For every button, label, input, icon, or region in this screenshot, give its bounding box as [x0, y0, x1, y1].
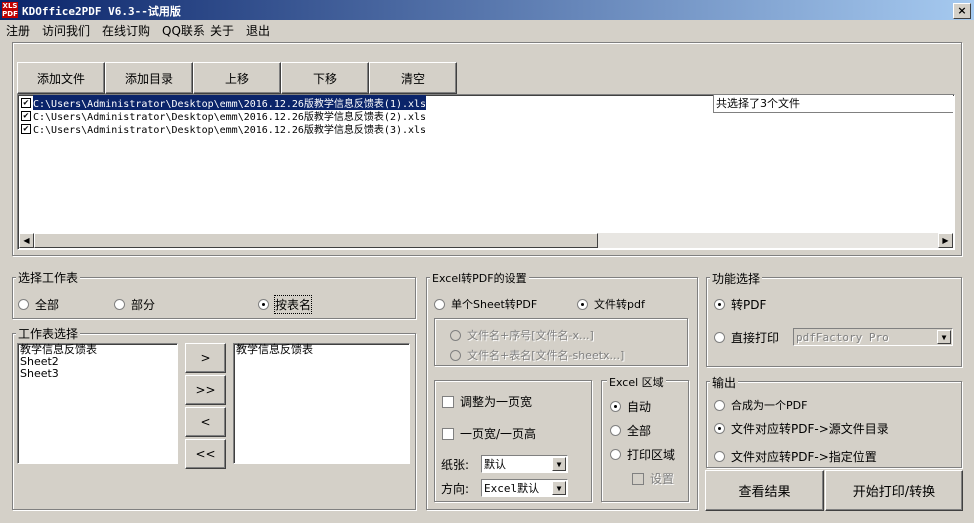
menu-qq[interactable]: QQ联系: [162, 22, 205, 39]
radio-selected-icon[interactable]: [714, 299, 725, 310]
close-button[interactable]: ×: [953, 3, 971, 19]
add-file-button[interactable]: 添加文件: [17, 62, 105, 94]
sheet-option-by-name[interactable]: 按表名: [258, 295, 313, 314]
output-merge[interactable]: 合成为一个PDF: [714, 397, 807, 413]
area-all[interactable]: 全部: [610, 422, 651, 439]
xls-pdf-icon: XLS PDF: [2, 2, 18, 18]
chevron-down-icon[interactable]: ▼: [937, 330, 951, 344]
scroll-thumb[interactable]: [34, 233, 598, 248]
start-convert-button[interactable]: 开始打印/转换: [825, 470, 963, 511]
sheet-picker-label: 工作表选择: [16, 325, 81, 342]
radio-selected-icon[interactable]: [577, 298, 588, 310]
radio-icon[interactable]: [714, 332, 725, 343]
list-item[interactable]: Sheet3: [18, 368, 177, 380]
add-sheet-button[interactable]: >: [185, 343, 226, 373]
chevron-down-icon[interactable]: ▼: [552, 481, 566, 495]
checkbox-icon[interactable]: [442, 395, 454, 408]
menu-order[interactable]: 在线订购: [102, 22, 150, 39]
one-page-checkbox[interactable]: 一页宽/一页高: [442, 425, 536, 442]
radio-icon[interactable]: [610, 425, 621, 436]
add-all-sheets-button[interactable]: >>: [185, 375, 226, 405]
function-group: [706, 277, 962, 367]
scroll-left-icon[interactable]: ◀: [19, 233, 34, 248]
radio-icon[interactable]: [434, 298, 445, 310]
list-item[interactable]: 教学信息反馈表: [234, 344, 409, 356]
radio-icon[interactable]: [18, 299, 29, 310]
move-up-button[interactable]: 上移: [193, 62, 281, 94]
radio-icon[interactable]: [114, 299, 125, 310]
fit-width-checkbox[interactable]: 调整为一页宽: [442, 393, 532, 410]
area-auto[interactable]: 自动: [610, 398, 651, 415]
file-count-label: 共选择了3个文件: [713, 95, 953, 113]
paper-select[interactable]: 默认 ▼: [481, 455, 568, 473]
view-result-button[interactable]: 查看结果: [705, 470, 824, 511]
naming-sheetname[interactable]: 文件名+表名[文件名-sheetx...]: [450, 347, 624, 363]
radio-icon[interactable]: [714, 399, 725, 411]
checkbox-icon[interactable]: ✔: [21, 97, 31, 108]
sheet-select-label: 选择工作表: [16, 269, 81, 286]
checkbox-icon[interactable]: ✔: [21, 110, 31, 121]
menu-register[interactable]: 注册: [6, 22, 30, 39]
sheet-option-all[interactable]: 全部: [18, 296, 59, 313]
checkbox-icon[interactable]: ✔: [21, 123, 31, 134]
checkbox-icon[interactable]: [442, 427, 454, 440]
area-settings-checkbox[interactable]: 设置: [632, 470, 674, 487]
function-to-pdf[interactable]: 转PDF: [714, 296, 766, 313]
output-custom-dir[interactable]: 文件对应转PDF->指定位置: [714, 448, 877, 465]
radio-icon[interactable]: [714, 451, 725, 462]
output-label: 输出: [710, 374, 739, 391]
file-row[interactable]: ✔ C:\Users\Administrator\Desktop\emm\201…: [21, 122, 427, 136]
available-sheets-list[interactable]: 教学信息反馈表 Sheet2 Sheet3: [17, 343, 178, 464]
file-list[interactable]: ✔ C:\Users\Administrator\Desktop\emm\201…: [17, 94, 955, 250]
move-down-button[interactable]: 下移: [281, 62, 369, 94]
area-print[interactable]: 打印区域: [610, 446, 675, 463]
menu-exit[interactable]: 退出: [246, 22, 270, 39]
orientation-select[interactable]: Excel默认 ▼: [481, 479, 568, 497]
chevron-down-icon[interactable]: ▼: [552, 457, 566, 471]
radio-icon[interactable]: [610, 449, 621, 460]
file-path: C:\Users\Administrator\Desktop\emm\2016.…: [33, 125, 427, 136]
mode-single-sheet[interactable]: 单个Sheet转PDF: [434, 296, 537, 312]
radio-icon[interactable]: [450, 349, 461, 361]
radio-icon[interactable]: [450, 329, 461, 341]
checkbox-icon[interactable]: [632, 472, 644, 485]
function-label: 功能选择: [710, 270, 763, 287]
printer-select[interactable]: pdfFactory Pro ▼: [793, 328, 953, 346]
menu-visit[interactable]: 访问我们: [42, 22, 90, 39]
add-folder-button[interactable]: 添加目录: [105, 62, 193, 94]
orientation-label: 方向:: [441, 482, 470, 496]
title-bar: XLS PDF KDOffice2PDF V6.3--试用版 ×: [0, 0, 974, 20]
window-title: KDOffice2PDF V6.3--试用版: [22, 5, 181, 18]
output-source-dir[interactable]: 文件对应转PDF->源文件目录: [714, 420, 889, 437]
radio-selected-icon[interactable]: [610, 401, 621, 412]
excel-area-label: Excel 区域: [607, 374, 666, 390]
sheet-option-partial[interactable]: 部分: [114, 296, 155, 313]
excel-settings-label: Excel转PDF的设置: [430, 270, 529, 286]
horizontal-scrollbar[interactable]: ◀ ▶: [19, 233, 953, 248]
remove-all-sheets-button[interactable]: <<: [185, 439, 226, 469]
radio-selected-icon[interactable]: [714, 423, 725, 434]
function-direct-print[interactable]: 直接打印: [714, 329, 779, 346]
mode-file[interactable]: 文件转pdf: [577, 296, 645, 312]
clear-button[interactable]: 清空: [369, 62, 457, 94]
scroll-right-icon[interactable]: ▶: [938, 233, 953, 248]
menu-about[interactable]: 关于: [210, 22, 234, 39]
naming-index[interactable]: 文件名+序号[文件名-x...]: [450, 327, 594, 343]
radio-selected-icon[interactable]: [258, 299, 269, 310]
remove-sheet-button[interactable]: <: [185, 407, 226, 437]
paper-label: 纸张:: [441, 458, 470, 472]
chosen-sheets-list[interactable]: 教学信息反馈表: [233, 343, 410, 464]
